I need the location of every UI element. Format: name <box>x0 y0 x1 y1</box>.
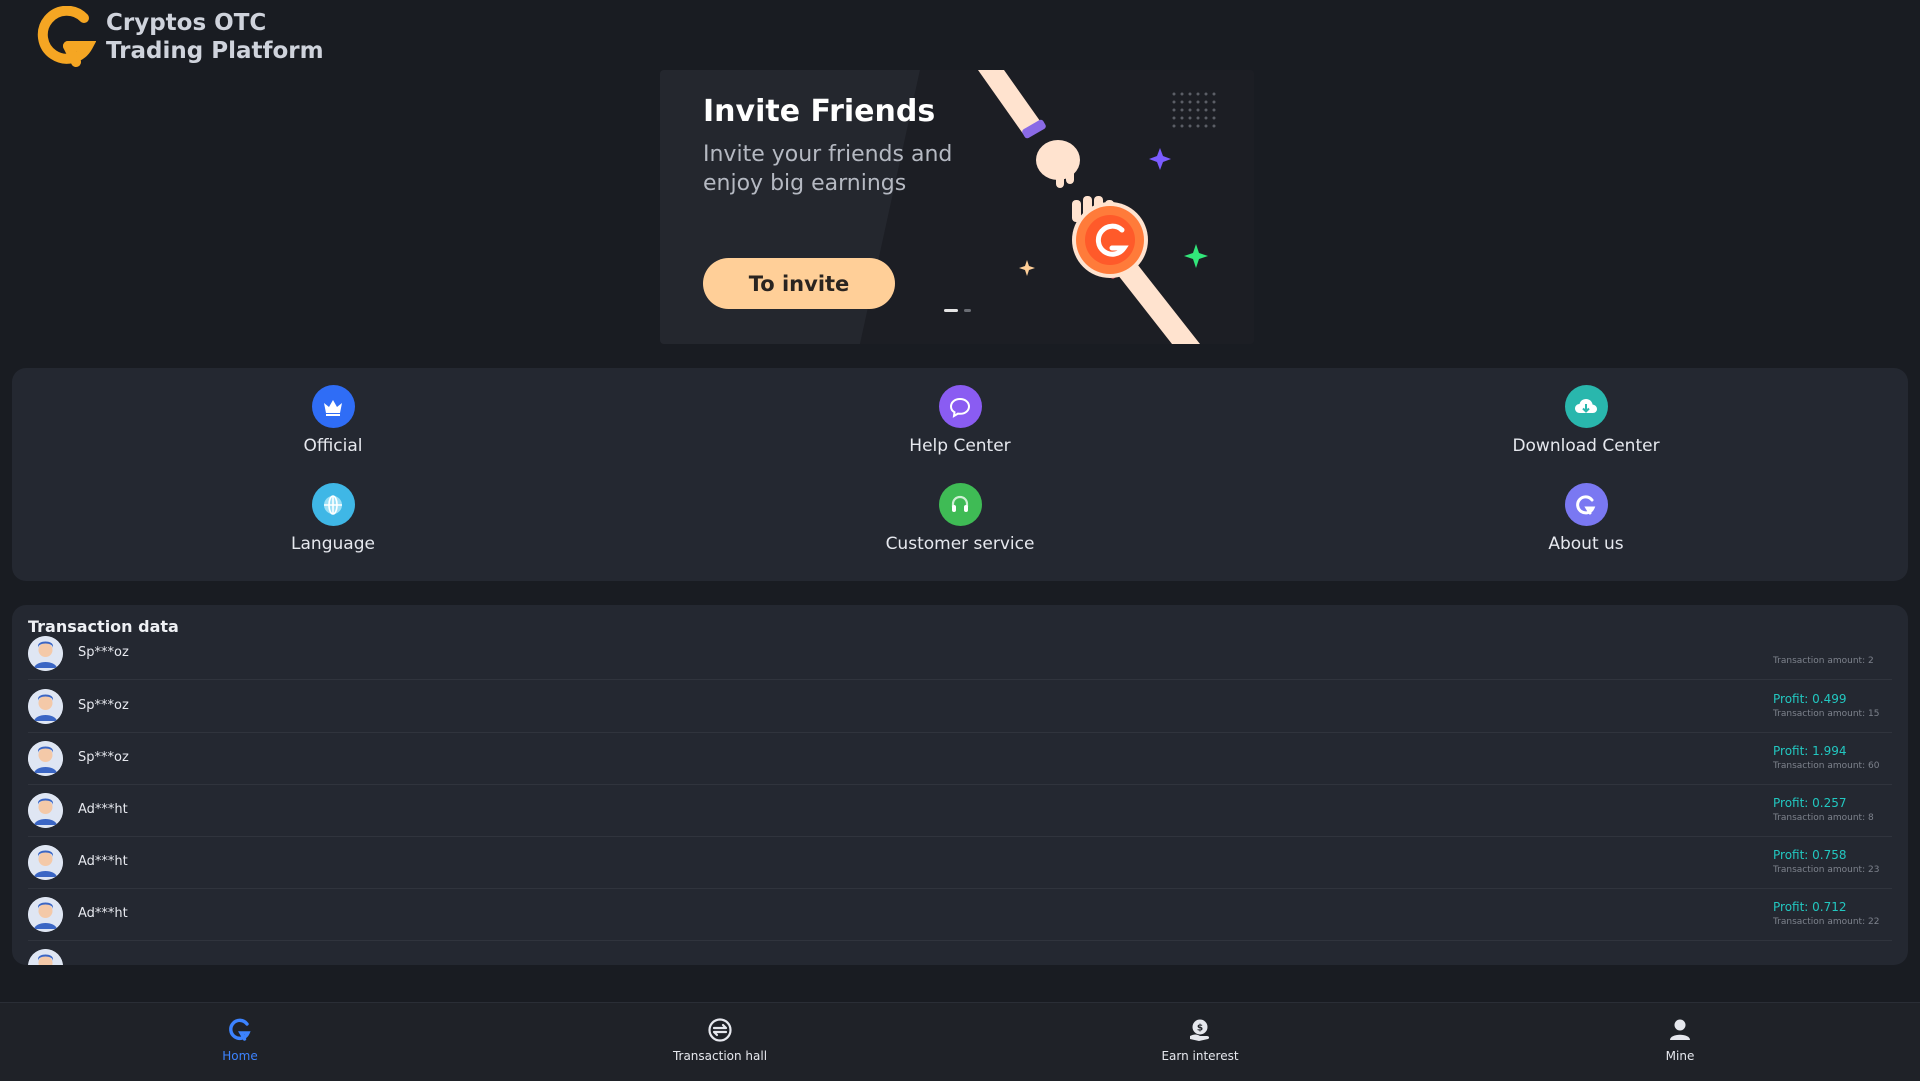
nav-item-transaction-hall[interactable]: Transaction hall <box>620 1017 820 1073</box>
avatar <box>28 689 63 724</box>
cloud-download-icon <box>1564 385 1608 428</box>
avatar <box>28 741 63 776</box>
row-profit: Profit: 0.712 <box>1773 900 1847 914</box>
bottom-navigation: Home Transaction hall $ Earn interest Mi… <box>0 1002 1920 1081</box>
table-row <box>28 940 1892 965</box>
row-username: Ad***ht <box>78 802 128 817</box>
brand-g-icon <box>1564 483 1608 526</box>
to-invite-button[interactable]: To invite <box>703 258 895 309</box>
avatar <box>28 636 63 671</box>
row-profit: Profit: 0.758 <box>1773 848 1847 862</box>
table-row: Sp***oz Transaction amount: 2 <box>28 631 1892 680</box>
row-username: Sp***oz <box>78 750 129 765</box>
exchange-icon <box>708 1018 732 1042</box>
banner-subtitle: Invite your friends and enjoy big earnin… <box>703 142 953 196</box>
row-username: Sp***oz <box>78 698 129 713</box>
banner-title: Invite Friends <box>703 94 936 129</box>
row-username: Ad***ht <box>78 906 128 921</box>
row-profit: Profit: 0.499 <box>1773 692 1847 706</box>
nav-label-mine: Mine <box>1665 1049 1695 1063</box>
menu-item-about-us[interactable]: About us <box>1436 483 1736 563</box>
row-amount: Transaction amount: 60 <box>1773 761 1880 771</box>
logo-line-2: Trading Platform <box>106 38 324 64</box>
row-amount: Transaction amount: 22 <box>1773 917 1880 927</box>
menu-label-language: Language <box>291 534 375 554</box>
transaction-data-panel: Transaction data Sp***oz Transaction amo… <box>12 605 1908 965</box>
headset-icon <box>938 483 982 526</box>
avatar <box>28 949 63 965</box>
table-row: Sp***oz Profit: 1.994 Transaction amount… <box>28 732 1892 785</box>
nav-item-home[interactable]: Home <box>140 1017 340 1073</box>
nav-label-earn-interest: Earn interest <box>1161 1049 1239 1063</box>
row-username: Sp***oz <box>78 645 129 660</box>
table-row: Ad***ht Profit: 0.758 Transaction amount… <box>28 836 1892 889</box>
quick-menu-panel: Official Help Center Download Center Lan… <box>12 368 1908 581</box>
transaction-list[interactable]: Sp***oz Transaction amount: 2 Sp***oz Pr… <box>28 631 1892 965</box>
row-username: Ad***ht <box>78 854 128 869</box>
user-icon <box>1670 1019 1690 1040</box>
row-amount: Transaction amount: 15 <box>1773 709 1880 719</box>
carousel-indicator[interactable] <box>944 309 971 312</box>
carousel-dot-1[interactable] <box>944 309 958 312</box>
nav-label-transaction-hall: Transaction hall <box>672 1049 768 1063</box>
earn-interest-icon: $ <box>1190 1019 1210 1041</box>
nav-label-home: Home <box>222 1049 258 1063</box>
logo-line-1: Cryptos OTC <box>106 10 267 36</box>
avatar <box>28 845 63 880</box>
menu-item-customer-service[interactable]: Customer service <box>810 483 1110 563</box>
row-amount: Transaction amount: 23 <box>1773 865 1880 875</box>
table-row: Ad***ht Profit: 0.712 Transaction amount… <box>28 888 1892 941</box>
invite-banner[interactable]: Invite Friends Invite your friends and e… <box>660 70 1254 344</box>
home-g-icon <box>229 1018 251 1041</box>
svg-text:$: $ <box>1197 1024 1203 1034</box>
menu-label-customer-service: Customer service <box>885 534 1035 554</box>
menu-item-official[interactable]: Official <box>183 385 483 465</box>
menu-label-download-center: Download Center <box>1512 436 1660 456</box>
nav-item-mine[interactable]: Mine <box>1580 1017 1780 1073</box>
globe-icon <box>311 483 355 526</box>
row-profit: Profit: 1.994 <box>1773 744 1847 758</box>
row-amount: Transaction amount: 2 <box>1773 656 1874 666</box>
crown-icon <box>311 385 355 428</box>
menu-item-download-center[interactable]: Download Center <box>1436 385 1736 465</box>
table-row: Ad***ht Profit: 0.257 Transaction amount… <box>28 784 1892 837</box>
menu-item-language[interactable]: Language <box>183 483 483 563</box>
nav-item-earn-interest[interactable]: $ Earn interest <box>1100 1017 1300 1073</box>
menu-label-official: Official <box>303 436 363 456</box>
brand-g-logo-icon <box>37 6 96 67</box>
menu-item-help-center[interactable]: Help Center <box>810 385 1110 465</box>
row-amount: Transaction amount: 8 <box>1773 813 1874 823</box>
menu-label-help-center: Help Center <box>909 436 1011 456</box>
app-logo[interactable]: Cryptos OTC Trading Platform <box>34 6 324 68</box>
logo-text: Cryptos OTC Trading Platform <box>106 9 324 65</box>
row-profit: Profit: 0.257 <box>1773 796 1847 810</box>
carousel-dot-2[interactable] <box>964 309 971 312</box>
table-row: Sp***oz Profit: 0.499 Transaction amount… <box>28 680 1892 733</box>
avatar <box>28 897 63 932</box>
chat-bubble-icon <box>938 385 982 428</box>
avatar <box>28 793 63 828</box>
menu-label-about-us: About us <box>1548 534 1624 554</box>
